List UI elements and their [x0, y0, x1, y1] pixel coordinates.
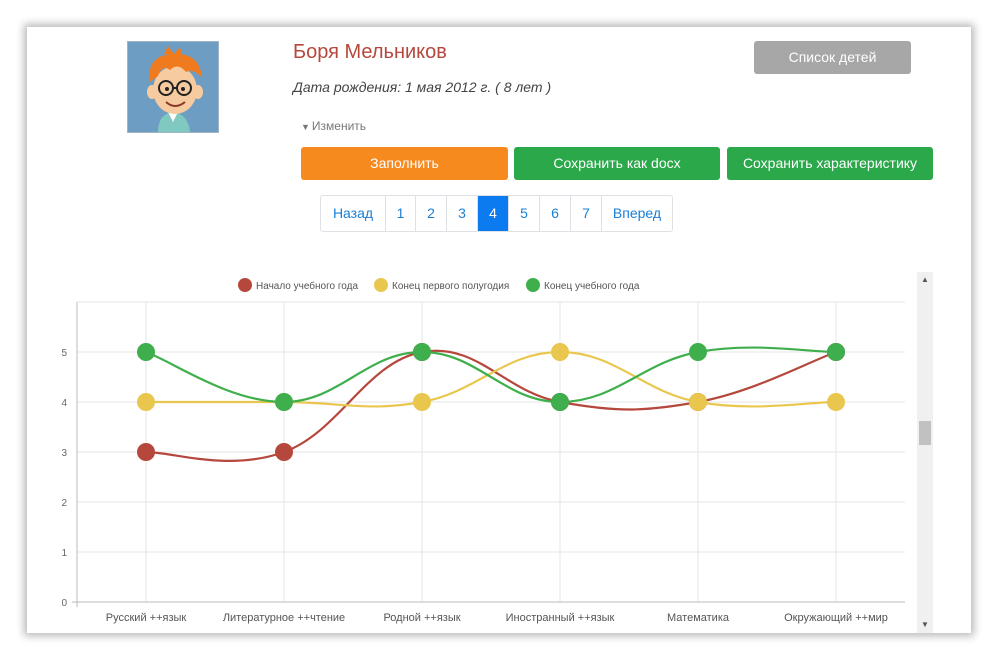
grades-chart: 0 1 2 3 4 5 Русский ++язык Литературное ++чтени… [27, 267, 971, 633]
x-tick-label: Окружающий ++мир [784, 612, 888, 624]
data-point [413, 393, 431, 411]
page-2-button[interactable]: 2 [415, 196, 446, 231]
scroll-down-arrow-icon[interactable]: ▼ [917, 617, 933, 633]
grades-chart-svg: 0 1 2 3 4 5 Русский ++язык Литературное ++чтени… [61, 278, 905, 624]
legend-marker [526, 278, 540, 292]
page-5-button[interactable]: 5 [508, 196, 539, 231]
legend-marker [374, 278, 388, 292]
pagination: Назад 1 2 3 4 5 6 7 Вперед [320, 195, 673, 232]
page-next-button[interactable]: Вперед [601, 196, 672, 231]
data-point [137, 343, 155, 361]
y-tick-label: 1 [61, 548, 67, 559]
cartoon-boy-avatar-image [128, 42, 218, 132]
x-tick-label: Иностранный ++язык [506, 612, 615, 624]
y-tick-label: 4 [61, 398, 67, 409]
x-tick-label: Русский ++язык [106, 612, 187, 624]
page-6-button[interactable]: 6 [539, 196, 570, 231]
y-tick-label: 5 [61, 348, 67, 359]
save-characteristic-button[interactable]: Сохранить характеристику [727, 147, 933, 180]
legend-marker [238, 278, 252, 292]
data-point [413, 343, 431, 361]
page-1-button[interactable]: 1 [385, 196, 415, 231]
scroll-thumb[interactable] [919, 421, 931, 445]
edit-toggle[interactable]: ▼ Изменить [301, 119, 366, 133]
data-point [137, 393, 155, 411]
legend-label: Конец первого полугодия [392, 281, 509, 292]
data-point [551, 393, 569, 411]
caret-down-icon: ▼ [301, 122, 310, 132]
data-point [689, 343, 707, 361]
y-tick-label: 3 [61, 448, 67, 459]
y-tick-label: 0 [61, 598, 67, 609]
y-tick-label: 2 [61, 498, 67, 509]
legend-label: Конец учебного года [544, 280, 640, 292]
chart-scrollbar[interactable]: ▲ ▼ [917, 272, 933, 633]
page-3-button[interactable]: 3 [446, 196, 477, 231]
birth-date: Дата рождения: 1 мая 2012 г. ( 8 лет ) [293, 79, 552, 95]
data-point [827, 343, 845, 361]
main-panel: Боря Мельников Дата рождения: 1 мая 2012… [27, 27, 971, 633]
child-name: Боря Мельников [293, 41, 447, 63]
x-tick-label: Родной ++язык [383, 612, 460, 624]
edit-label: Изменить [311, 119, 367, 133]
x-tick-label: Литературное ++чтение [223, 612, 345, 624]
scroll-up-arrow-icon[interactable]: ▲ [917, 272, 933, 288]
data-point [827, 393, 845, 411]
data-point [275, 443, 293, 461]
x-tick-label: Математика [667, 612, 730, 624]
legend-label: Начало учебного года [256, 280, 358, 292]
fill-button[interactable]: Заполнить [301, 147, 508, 180]
data-point [275, 393, 293, 411]
data-point [551, 343, 569, 361]
children-list-button[interactable]: Список детей [754, 41, 911, 74]
save-docx-button[interactable]: Сохранить как docx [514, 147, 720, 180]
data-point [689, 393, 707, 411]
page-7-button[interactable]: 7 [570, 196, 601, 231]
page-4-button[interactable]: 4 [477, 196, 508, 231]
data-point [137, 443, 155, 461]
child-avatar [127, 41, 219, 133]
page-prev-button[interactable]: Назад [321, 196, 385, 231]
